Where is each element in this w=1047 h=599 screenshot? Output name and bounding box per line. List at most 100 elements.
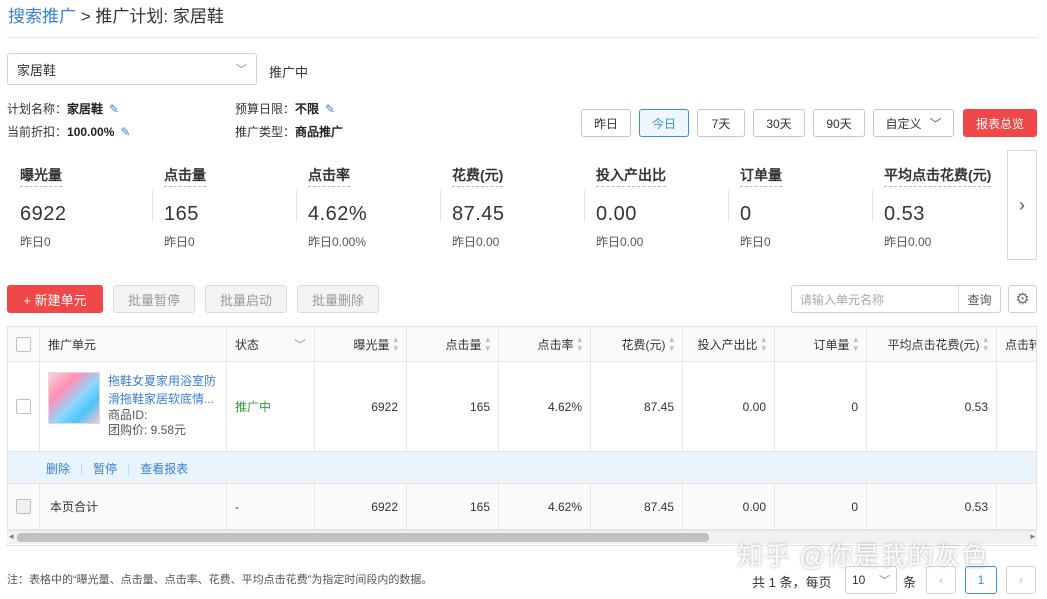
header-cpc-label: 平均点击花费(元) <box>887 337 980 352</box>
product-thumbnail[interactable] <box>48 372 100 424</box>
sort-icon: ▴ ▾ <box>983 334 988 353</box>
total-status: - <box>227 484 315 529</box>
row-conversion <box>997 362 1036 451</box>
report-overview-button[interactable]: 报表总览 <box>963 109 1037 137</box>
discount-label: 当前折扣： <box>7 125 68 139</box>
chevron-down-icon: ﹀ <box>293 337 306 352</box>
total-ctr: 4.62% <box>499 484 591 529</box>
date-7days-button[interactable]: 7天 <box>697 109 745 137</box>
page-size-value: 10 <box>852 573 866 587</box>
unit-table: 推广单元 状态 ﹀ 曝光量 ▴ ▾ 点击量 ▴ ▾ 点击率 ▴ ▾ 花费(元) ▴ ▾ 投入产出… <box>7 326 1037 546</box>
settings-gear-icon[interactable]: ⚙ <box>1008 285 1037 313</box>
budget-label: 预算日限： <box>235 102 296 116</box>
group-price: 团购价: 9.58元 <box>108 423 187 437</box>
plan-select-value: 家居鞋 <box>17 62 57 78</box>
metric-label: 花费(元) <box>452 165 504 187</box>
plan-select[interactable]: 家居鞋 ﹀ <box>7 53 257 85</box>
divider <box>7 37 1037 38</box>
edit-icon[interactable]: ✎ <box>109 102 119 116</box>
row-cost: 87.45 <box>591 362 683 451</box>
header-status[interactable]: 状态 ﹀ <box>227 327 315 361</box>
row-ctr: 4.62% <box>499 362 591 451</box>
search-input[interactable]: 请输入单元名称 <box>792 291 958 308</box>
row-roi: 0.00 <box>683 362 775 451</box>
divider <box>440 190 441 222</box>
breadcrumb-root-link[interactable]: 搜索推广 <box>8 7 76 26</box>
pagination-total: 共 1 条，每页 <box>752 574 832 590</box>
metric-ctr: 点击率 4.62% 昨日0.00% <box>308 165 452 249</box>
budget-info: 预算日限：不限 ✎ <box>235 100 335 117</box>
metric-value: 6922 <box>20 203 67 225</box>
new-unit-button[interactable]: + 新建单元 <box>7 285 103 313</box>
sort-icon: ▴ ▾ <box>485 334 490 353</box>
chevron-right-icon: › <box>1019 194 1025 215</box>
plan-status: 推广中 <box>269 65 309 80</box>
row-checkbox[interactable] <box>16 399 31 414</box>
page-size-select[interactable]: 10 ﹀ <box>845 566 897 594</box>
metric-value: 4.62% <box>308 203 368 225</box>
edit-icon[interactable]: ✎ <box>325 102 335 116</box>
prev-page-button[interactable]: ‹ <box>926 566 956 594</box>
header-cpc[interactable]: 平均点击花费(元) ▴ ▾ <box>867 327 997 361</box>
header-ctr[interactable]: 点击率 ▴ ▾ <box>499 327 591 361</box>
next-page-button[interactable]: › <box>1006 566 1036 594</box>
header-clicks[interactable]: 点击量 ▴ ▾ <box>407 327 499 361</box>
scrollbar-thumb[interactable] <box>17 533 709 542</box>
product-title-link[interactable]: 拖鞋女夏家用浴室防滑拖鞋家居软底情... <box>108 372 218 408</box>
batch-pause-button[interactable]: 批量暂停 <box>113 285 195 313</box>
view-report-link[interactable]: 查看报表 <box>140 460 188 477</box>
select-all-checkbox[interactable] <box>16 336 31 352</box>
metric-label: 曝光量 <box>20 165 62 187</box>
header-roi[interactable]: 投入产出比 ▴ ▾ <box>683 327 775 361</box>
product-id: 商品ID: <box>108 408 148 422</box>
delete-link[interactable]: 删除 <box>46 460 70 477</box>
pause-link[interactable]: 暂停 <box>93 460 117 477</box>
search-button[interactable]: 查询 <box>958 286 1000 312</box>
metric-prev: 昨日0.00 <box>596 235 644 249</box>
edit-icon[interactable]: ✎ <box>120 125 130 139</box>
total-row: 本页合计 - 6922 165 4.62% 87.45 0.00 0 0.53 <box>8 484 1036 530</box>
metric-value: 0 <box>740 203 752 225</box>
chevron-right-icon: › <box>1019 573 1023 587</box>
row-clicks: 165 <box>407 362 499 451</box>
metric-prev: 昨日0 <box>164 235 195 249</box>
scroll-right-icon[interactable]: ▸ <box>1030 531 1035 542</box>
total-conversion <box>997 484 1036 529</box>
separator: | <box>80 461 84 476</box>
metrics-next-button[interactable]: › <box>1007 150 1037 260</box>
header-impressions[interactable]: 曝光量 ▴ ▾ <box>315 327 407 361</box>
total-orders: 0 <box>775 484 867 529</box>
header-cost[interactable]: 花费(元) ▴ ▾ <box>591 327 683 361</box>
scroll-left-icon[interactable]: ◂ <box>9 531 14 542</box>
discount-value: 100.00% <box>67 125 115 139</box>
batch-start-button[interactable]: 批量启动 <box>205 285 287 313</box>
chevron-down-icon: ﹀ <box>929 116 942 131</box>
batch-delete-button[interactable]: 批量删除 <box>297 285 379 313</box>
unit-cell: 拖鞋女夏家用浴室防滑拖鞋家居软底情... 商品ID: 团购价: 9.58元 <box>40 362 227 451</box>
metric-label: 平均点击花费(元) <box>884 165 992 187</box>
chevron-left-icon: ‹ <box>939 573 943 587</box>
date-today-button[interactable]: 今日 <box>639 109 689 137</box>
date-90days-button[interactable]: 90天 <box>813 109 865 137</box>
row-cpc: 0.53 <box>867 362 997 451</box>
date-yesterday-button[interactable]: 昨日 <box>581 109 631 137</box>
table-row: 拖鞋女夏家用浴室防滑拖鞋家居软底情... 商品ID: 团购价: 9.58元 推广… <box>8 362 1036 452</box>
row-orders: 0 <box>775 362 867 451</box>
custom-date-dropdown[interactable]: 自定义 ﹀ <box>873 109 954 137</box>
promo-type-label: 推广类型： <box>235 125 296 139</box>
header-roi-label: 投入产出比 <box>697 337 758 352</box>
date-30days-button[interactable]: 30天 <box>753 109 805 137</box>
total-checkbox-cell <box>8 484 40 529</box>
budget-value: 不限 <box>295 102 320 116</box>
page-1-button[interactable]: 1 <box>965 566 997 594</box>
header-orders[interactable]: 订单量 ▴ ▾ <box>775 327 867 361</box>
footnote: 注：表格中的“曝光量、点击量、点击率、花费、平均点击花费”为指定时间段内的数据。 <box>7 574 433 586</box>
metric-value: 87.45 <box>452 203 505 225</box>
divider <box>296 190 297 222</box>
metric-label: 订单量 <box>740 165 782 187</box>
total-cpc: 0.53 <box>867 484 997 529</box>
pagination-unit: 条 <box>903 574 917 590</box>
select-all-cell <box>8 327 40 361</box>
breadcrumb-separator: > <box>80 7 91 26</box>
promo-type-value: 商品推广 <box>295 125 344 139</box>
